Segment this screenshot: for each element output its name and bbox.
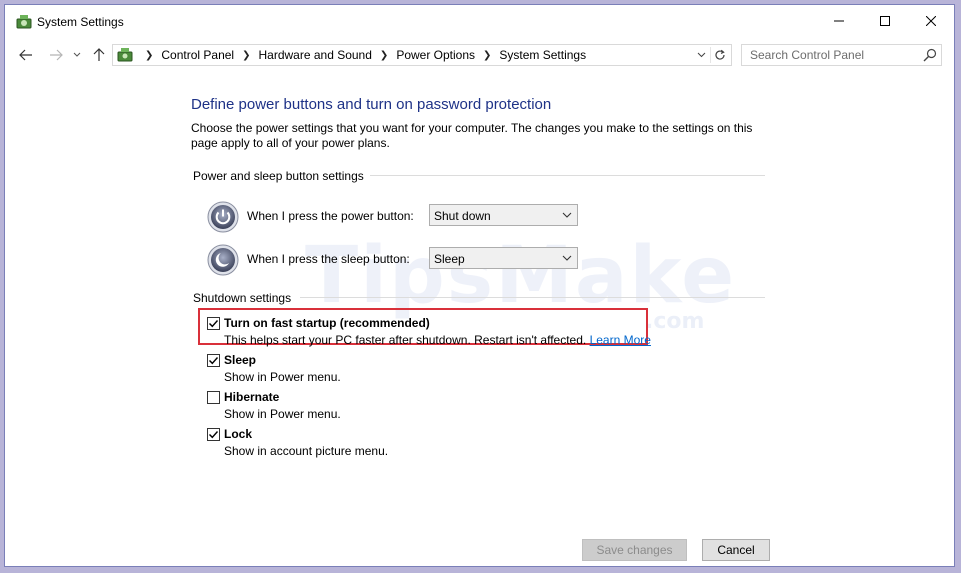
power-button-select[interactable]: Shut down <box>429 204 578 226</box>
breadcrumb-power-options[interactable]: Power Options <box>396 48 475 62</box>
fast-startup-help-text: This helps start your PC faster after sh… <box>224 333 587 347</box>
chevron-down-icon <box>73 52 81 57</box>
save-changes-button[interactable]: Save changes <box>582 539 687 561</box>
shutdown-section-title: Shutdown settings <box>193 291 292 305</box>
control-panel-icon <box>117 47 133 63</box>
checkmark-icon <box>209 357 219 365</box>
hibernate-help: Show in Power menu. <box>224 407 341 421</box>
breadcrumb-separator-icon[interactable]: ❯ <box>380 50 388 61</box>
search-icon[interactable] <box>923 48 937 62</box>
breadcrumb-separator-icon[interactable]: ❯ <box>145 50 153 61</box>
sleep-button-select[interactable]: Sleep <box>429 247 578 269</box>
forward-button[interactable] <box>47 46 65 64</box>
lock-help: Show in account picture menu. <box>224 444 389 458</box>
breadcrumb-separator-icon[interactable]: ❯ <box>483 50 491 61</box>
breadcrumb: ❯ Control Panel ❯ Hardware and Sound ❯ P… <box>137 45 586 65</box>
sleep-button-selected-value: Sleep <box>434 252 465 266</box>
lock-checkbox[interactable] <box>207 428 220 441</box>
power-section-divider <box>370 175 765 176</box>
breadcrumb-separator-icon[interactable]: ❯ <box>242 50 250 61</box>
arrow-up-icon <box>93 48 105 61</box>
sleep-help: Show in Power menu. <box>224 370 341 384</box>
shutdown-section-divider <box>300 297 765 298</box>
power-button-selected-value: Shut down <box>434 209 491 223</box>
arrow-right-icon <box>50 49 63 61</box>
sleep-button-label: When I press the sleep button: <box>247 252 410 266</box>
checkmark-icon <box>209 431 219 439</box>
chevron-down-icon <box>562 255 572 261</box>
navigation-bar: ❯ Control Panel ❯ Hardware and Sound ❯ P… <box>5 39 954 71</box>
title-bar[interactable]: System Settings <box>5 5 954 39</box>
fast-startup-label[interactable]: Turn on fast startup (recommended) <box>224 316 430 330</box>
power-button-icon <box>207 201 239 233</box>
address-dropdown-button[interactable] <box>693 45 709 65</box>
power-options-app-icon <box>15 13 33 31</box>
page-description: Choose the power settings that you want … <box>191 121 753 150</box>
lock-label[interactable]: Lock <box>224 427 252 441</box>
address-bar[interactable]: ❯ Control Panel ❯ Hardware and Sound ❯ P… <box>112 44 732 66</box>
refresh-button[interactable] <box>711 45 729 65</box>
maximize-button[interactable] <box>862 5 908 37</box>
fast-startup-help: This helps start your PC faster after sh… <box>224 333 651 347</box>
main-content: TipsMake .com Define power buttons and t… <box>5 71 954 566</box>
breadcrumb-control-panel[interactable]: Control Panel <box>161 48 234 62</box>
cancel-button[interactable]: Cancel <box>702 539 770 561</box>
refresh-icon <box>715 49 725 60</box>
minimize-button[interactable] <box>816 5 862 37</box>
breadcrumb-hardware-and-sound[interactable]: Hardware and Sound <box>259 48 372 62</box>
search-box[interactable] <box>741 44 942 66</box>
checkmark-icon <box>209 320 219 328</box>
sleep-checkbox[interactable] <box>207 354 220 367</box>
fast-startup-checkbox[interactable] <box>207 317 220 330</box>
close-button[interactable] <box>908 5 954 37</box>
window-title: System Settings <box>37 15 124 29</box>
recent-locations-button[interactable] <box>71 46 83 64</box>
chevron-down-icon <box>562 212 572 218</box>
hibernate-label[interactable]: Hibernate <box>224 390 279 404</box>
breadcrumb-system-settings[interactable]: System Settings <box>499 48 586 62</box>
power-section-title: Power and sleep button settings <box>193 169 364 183</box>
hibernate-checkbox[interactable] <box>207 391 220 404</box>
back-button[interactable] <box>17 46 35 64</box>
sleep-label[interactable]: Sleep <box>224 353 256 367</box>
up-button[interactable] <box>90 46 108 64</box>
system-settings-window: System Settings ❯ Control Panel ❯ Hardwa… <box>4 4 955 567</box>
learn-more-link[interactable]: Learn More <box>590 333 651 347</box>
chevron-down-icon <box>697 52 705 58</box>
watermark-domain: .com <box>645 309 705 334</box>
page-title: Define power buttons and turn on passwor… <box>191 96 552 113</box>
sleep-button-icon <box>207 244 239 276</box>
power-button-label: When I press the power button: <box>247 209 414 223</box>
arrow-left-icon <box>19 49 32 61</box>
search-input[interactable] <box>742 45 926 65</box>
